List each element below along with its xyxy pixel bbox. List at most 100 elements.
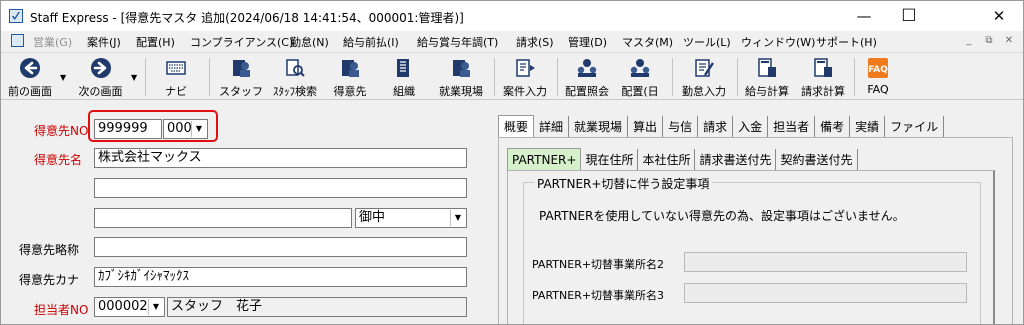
toolbar-separator [494, 58, 495, 96]
navi-label: ナビ [165, 85, 187, 98]
partner-office2-field [684, 252, 967, 272]
svg-text:FAQ: FAQ [868, 65, 888, 75]
navi-button[interactable]: ナビ [153, 55, 199, 99]
toolbar-separator [209, 58, 210, 96]
organization-button[interactable]: 組織 [381, 55, 427, 99]
worksite-icon [453, 60, 470, 77]
customer-name2-input[interactable] [94, 178, 467, 198]
mdi-minimize-button[interactable]: _ [961, 34, 977, 48]
menu-project[interactable]: 案件(J) [87, 34, 121, 50]
staff-no-label: 担当者NO [34, 303, 89, 317]
toolbar-separator [672, 58, 673, 96]
tab-person-in-charge[interactable]: 担当者 [768, 116, 816, 138]
short-name-input[interactable] [94, 237, 467, 257]
toolbar-separator [854, 58, 855, 96]
main-tabs: 概要 詳細 就業現場 算出 与信 請求 入金 担当者 備考 実績 ファイル [498, 115, 945, 138]
staff-search-label: ｽﾀｯﾌ検索 [273, 85, 317, 98]
subtab-current-address[interactable]: 現在住所 [581, 149, 639, 171]
menu-billing[interactable]: 請求(S) [516, 34, 554, 50]
menu-support[interactable]: サポート(H) [816, 34, 877, 50]
toolbar-separator [557, 58, 558, 96]
partner-office3-label: PARTNER+切替事業所名3 [532, 289, 665, 302]
assignment-inquiry-button[interactable]: 配置照会 [561, 55, 613, 99]
kana-label: 得意先カナ [19, 273, 80, 287]
mdi-restore-button[interactable]: ⧉ [981, 34, 997, 48]
tab-details[interactable]: 詳細 [534, 116, 570, 138]
attendance-entry-button[interactable]: 勤怠入力 [677, 55, 731, 99]
project-entry-icon [516, 59, 535, 77]
worksite-button[interactable]: 就業現場 [433, 55, 489, 99]
organization-icon [397, 59, 409, 77]
customer-name3-input[interactable] [94, 208, 352, 228]
forward-dropdown-icon[interactable]: ▼ [131, 73, 137, 82]
subtab-invoice-destination[interactable]: 請求書送付先 [695, 149, 777, 171]
payroll-icon [758, 58, 776, 77]
close-button[interactable]: ✕ [976, 1, 1022, 31]
tab-notes[interactable]: 備考 [815, 116, 851, 138]
tab-files[interactable]: ファイル [885, 116, 945, 138]
menu-master[interactable]: マスタ(M) [622, 34, 673, 50]
subtab-head-office-address[interactable]: 本社住所 [638, 149, 696, 171]
staff-label: スタッフ [219, 85, 263, 98]
menu-compliance[interactable]: コンプライアンス(C) [190, 34, 293, 50]
honorific-value: 御中 [359, 210, 386, 225]
customer-button[interactable]: 得意先 [327, 55, 373, 99]
back-button[interactable]: 前の画面 [5, 55, 55, 99]
attendance-entry-label: 勤怠入力 [682, 85, 726, 98]
customer-icon [342, 60, 359, 77]
menu-bar: 営業(G) 案件(J) 配置(H) コンプライアンス(C) 勤怠(N) 給与前払… [1, 31, 1023, 51]
back-dropdown-icon[interactable]: ▼ [60, 73, 66, 82]
billing-button[interactable]: 請求計算 [796, 55, 850, 99]
toolbar-separator [737, 58, 738, 96]
window-title: Staff Express - [得意先マスタ 追加(2024/06/18 14… [30, 11, 464, 25]
staff-no-select[interactable]: 000002 ▼ [94, 297, 165, 317]
tab-payment[interactable]: 入金 [733, 116, 769, 138]
project-entry-label: 案件入力 [503, 85, 547, 98]
payroll-label: 給与計算 [745, 85, 789, 98]
mdi-close-button[interactable]: ✕ [1001, 34, 1017, 48]
menu-admin[interactable]: 管理(D) [568, 34, 607, 50]
document-icon[interactable] [11, 34, 24, 47]
staff-button[interactable]: スタッフ [217, 55, 265, 99]
menu-tools[interactable]: ツール(L) [683, 34, 731, 50]
minimize-button[interactable]: — [841, 1, 887, 31]
honorific-select[interactable]: 御中 ▼ [355, 208, 467, 228]
tab-worksite[interactable]: 就業現場 [569, 116, 629, 138]
subtab-contract-destination[interactable]: 契約書送付先 [776, 149, 858, 171]
staff-search-icon [286, 59, 305, 77]
assignment-daily-button[interactable]: 配置(日 [617, 55, 663, 99]
partner-office3-field [684, 283, 967, 303]
chevron-down-icon[interactable]: ▼ [450, 210, 465, 226]
kana-input[interactable]: ｶﾌﾞｼｷｶﾞｲｼｬﾏｯｸｽ [94, 267, 467, 287]
customer-label: 得意先 [333, 85, 367, 98]
forward-label: 次の画面 [78, 85, 123, 98]
highlight-box [88, 110, 218, 142]
right-edge [1014, 115, 1023, 324]
menu-window[interactable]: ウィンドウ(W) [741, 34, 815, 50]
forward-button[interactable]: 次の画面 [73, 55, 128, 99]
tab-results[interactable]: 実績 [850, 116, 886, 138]
customer-name-input[interactable]: 株式会社マックス [94, 148, 467, 168]
attendance-entry-icon [695, 59, 714, 77]
billing-icon [814, 58, 832, 77]
customer-no-label: 得意先NO [34, 124, 89, 138]
subtab-partner-plus[interactable]: PARTNER+ [507, 148, 582, 170]
menu-sales[interactable]: 営業(G) [33, 34, 72, 50]
menu-attendance[interactable]: 勤怠(N) [290, 34, 329, 50]
menu-payroll[interactable]: 給与賞与年調(T) [417, 34, 498, 50]
worksite-label: 就業現場 [439, 85, 483, 98]
tab-calculation[interactable]: 算出 [628, 116, 664, 138]
menu-assignment[interactable]: 配置(H) [136, 34, 175, 50]
tab-credit[interactable]: 与信 [663, 116, 699, 138]
chevron-down-icon[interactable]: ▼ [148, 299, 163, 315]
menu-advance-pay[interactable]: 給与前払(I) [343, 34, 399, 50]
partner-group-title: PARTNER+切替に伴う設定事項 [534, 175, 713, 192]
payroll-button[interactable]: 給与計算 [741, 55, 793, 99]
maximize-button[interactable]: ☐ [886, 1, 932, 31]
staff-icon [233, 60, 250, 77]
tab-billing[interactable]: 請求 [698, 116, 734, 138]
faq-button[interactable]: FAQ FAQ [858, 55, 898, 99]
staff-search-button[interactable]: ｽﾀｯﾌ検索 [268, 55, 322, 99]
project-entry-button[interactable]: 案件入力 [498, 55, 552, 99]
tab-overview[interactable]: 概要 [498, 115, 535, 137]
